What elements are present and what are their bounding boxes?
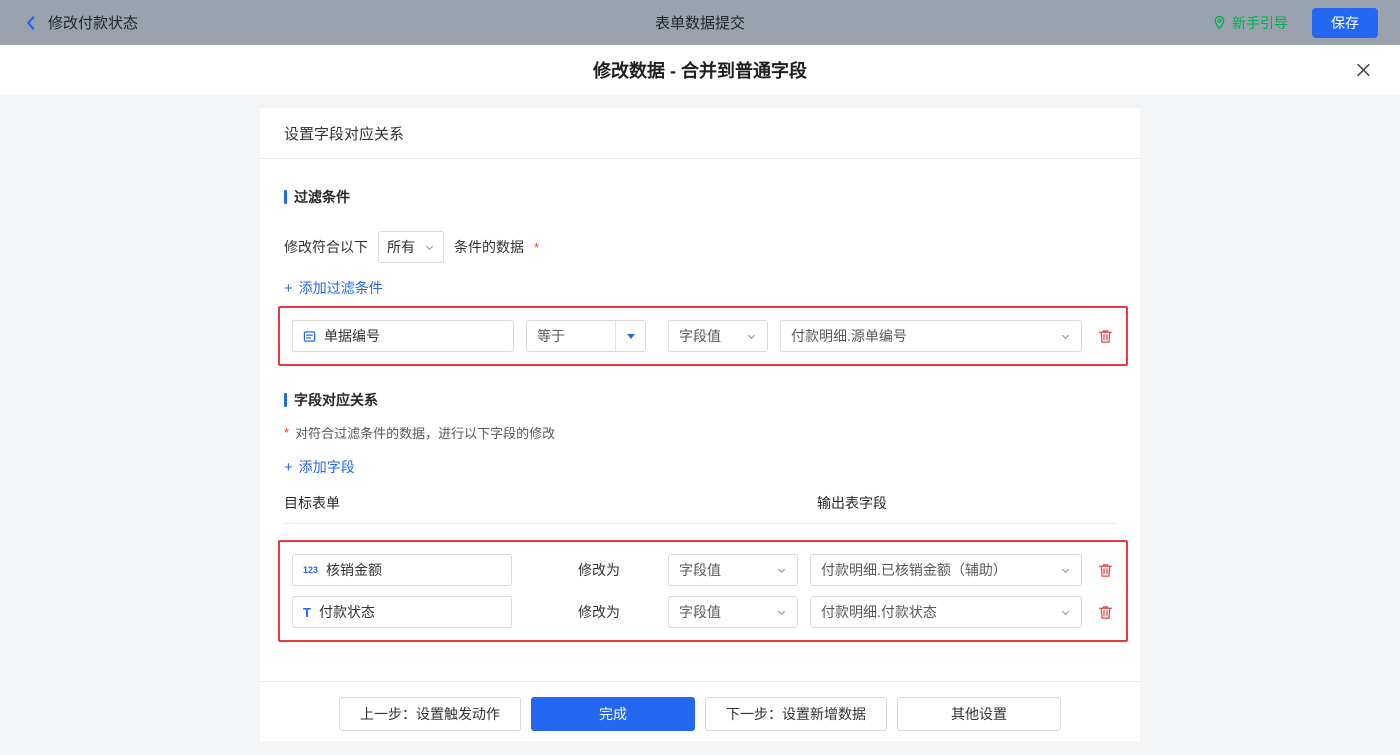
filter-row: 单据编号 等于 字段值 付款明细.源单编号 — [292, 320, 1114, 352]
mapping-section-title: 字段对应关系 — [284, 390, 1116, 410]
target-field-label: 核销金额 — [326, 562, 383, 578]
guide-label: 新手引导 — [1232, 14, 1288, 31]
linked-field-icon — [303, 330, 316, 343]
back-icon[interactable] — [22, 14, 40, 32]
modify-to-label: 修改为 — [578, 604, 620, 620]
mapping-hint: * 对符合过滤条件的数据，进行以下字段的修改 — [284, 425, 556, 441]
previous-step-button[interactable]: 上一步：设置触发动作 — [339, 697, 521, 731]
dialog-title: 修改数据 - 合并到普通字段 — [593, 61, 807, 81]
delete-filter-icon[interactable] — [1097, 328, 1114, 345]
target-field-label: 付款状态 — [318, 604, 375, 620]
target-field-input[interactable]: T 付款状态 — [292, 596, 512, 628]
value-type-select[interactable]: 字段值 — [668, 554, 798, 586]
settings-card: 设置字段对应关系 过滤条件 修改符合以下 所有 条件的数据 * + 添加过滤条件… — [260, 108, 1140, 741]
caret-down-icon — [626, 333, 635, 339]
plus-icon: + — [284, 458, 293, 476]
output-field-select[interactable]: 付款明细.已核销金额（辅助） — [810, 554, 1082, 586]
mapping-columns-header: 目标表单 输出表字段 — [284, 493, 1116, 524]
chevron-down-icon — [746, 331, 757, 342]
filter-highlight-box: 单据编号 等于 字段值 付款明细.源单编号 — [278, 306, 1128, 366]
chevron-down-icon — [1060, 565, 1071, 576]
back-nav[interactable]: 修改付款状态 — [22, 12, 138, 33]
filter-field-label: 单据编号 — [324, 328, 380, 344]
section-bar — [284, 190, 287, 204]
column-target-form: 目标表单 — [284, 495, 340, 511]
delete-field-icon[interactable] — [1097, 604, 1114, 621]
required-mark: * — [284, 425, 290, 440]
dialog-body: 设置字段对应关系 过滤条件 修改符合以下 所有 条件的数据 * + 添加过滤条件… — [0, 95, 1400, 755]
mapping-highlight-box: 123 核销金额 修改为 字段值 付款明细.已核销金额（辅助） T 付款状态 修… — [278, 540, 1128, 642]
dialog-header: 修改数据 - 合并到普通字段 — [0, 45, 1400, 95]
value-type-select[interactable]: 字段值 — [668, 596, 798, 628]
column-output-field: 输出表字段 — [817, 495, 887, 511]
add-field-link[interactable]: + 添加字段 — [284, 457, 355, 477]
done-button[interactable]: 完成 — [531, 697, 695, 731]
mapping-row: T 付款状态 修改为 字段值 付款明细.付款状态 — [292, 596, 1114, 628]
dialog-footer: 上一步：设置触发动作 完成 下一步：设置新增数据 其他设置 — [260, 681, 1140, 741]
sentence-prefix: 修改符合以下 — [284, 239, 368, 255]
close-icon[interactable] — [1355, 62, 1372, 79]
topbar: 修改付款状态 表单数据提交 新手引导 保存 — [0, 0, 1400, 45]
mapping-row: 123 核销金额 修改为 字段值 付款明细.已核销金额（辅助） — [292, 554, 1114, 586]
plus-icon: + — [284, 279, 293, 297]
match-mode-select[interactable]: 所有 — [378, 231, 444, 263]
output-field-select[interactable]: 付款明细.付款状态 — [810, 596, 1082, 628]
target-field-input[interactable]: 123 核销金额 — [292, 554, 512, 586]
filter-section-title: 过滤条件 — [284, 187, 1116, 207]
operator-select[interactable]: 等于 — [526, 320, 646, 352]
save-button[interactable]: 保存 — [1312, 7, 1378, 38]
app-title: 表单数据提交 — [654, 15, 746, 32]
filter-value-select[interactable]: 付款明细.源单编号 — [780, 320, 1082, 352]
map-pin-icon — [1214, 15, 1225, 30]
other-settings-button[interactable]: 其他设置 — [897, 697, 1061, 731]
section-bar — [284, 393, 287, 407]
chevron-down-icon — [1060, 607, 1071, 618]
delete-field-icon[interactable] — [1097, 562, 1114, 579]
value-type-select[interactable]: 字段值 — [668, 320, 768, 352]
chevron-down-icon — [776, 607, 787, 618]
text-field-icon: T — [303, 604, 311, 620]
chevron-down-icon — [776, 565, 787, 576]
filter-condition-sentence: 修改符合以下 所有 条件的数据 * — [284, 231, 1116, 263]
card-title: 设置字段对应关系 — [260, 108, 1140, 159]
next-step-button[interactable]: 下一步：设置新增数据 — [705, 697, 887, 731]
beginner-guide-link[interactable]: 新手引导 — [1212, 13, 1288, 33]
number-field-icon: 123 — [303, 565, 319, 575]
modify-to-label: 修改为 — [578, 562, 620, 578]
chevron-down-icon — [1060, 331, 1071, 342]
operator-caret-button[interactable] — [615, 321, 645, 351]
sentence-suffix: 条件的数据 — [454, 239, 524, 255]
page-title: 修改付款状态 — [48, 15, 139, 32]
add-filter-condition-link[interactable]: + 添加过滤条件 — [284, 278, 383, 298]
chevron-down-icon — [424, 242, 435, 253]
filter-field-input[interactable]: 单据编号 — [292, 320, 514, 352]
required-mark: * — [534, 239, 540, 255]
